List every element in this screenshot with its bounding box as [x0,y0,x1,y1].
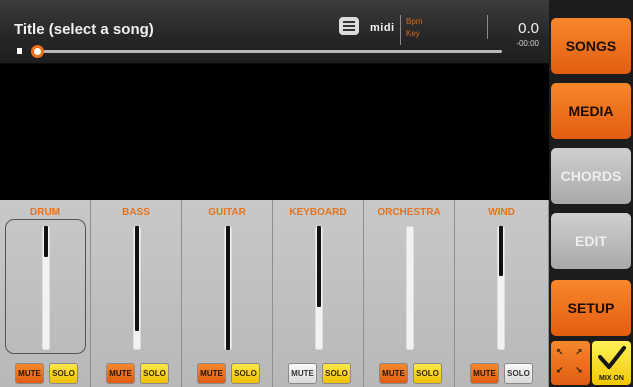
lyrics-display [0,64,549,200]
mute-button[interactable]: MUTE [197,363,226,384]
channel-name: BASS [122,207,150,218]
mixer-panel: DRUM MUTE SOLO BASS MUTE SOLO GUITAR MUT… [0,200,549,387]
channel-bass: BASS MUTE SOLO [91,200,182,387]
mute-button[interactable]: MUTE [470,363,499,384]
mute-button[interactable]: MUTE [106,363,135,384]
expand-button[interactable]: ↖ ↗ ↙ ↘ [551,341,590,385]
solo-button[interactable]: SOLO [504,363,533,384]
volume-fader[interactable] [497,226,505,350]
check-icon [598,346,626,369]
seek-bar[interactable] [34,50,502,53]
bpm-label: Bpm [406,17,423,26]
channel-name: WIND [488,207,515,218]
solo-button[interactable]: SOLO [49,363,78,384]
separator [400,15,401,45]
channel-name: DRUM [30,207,60,218]
time-position: 0.0 [518,20,539,37]
fader-level [226,226,230,350]
solo-button[interactable]: SOLO [140,363,169,384]
songs-button[interactable]: SONGS [551,18,631,74]
side-menu: SONGS MEDIA CHORDS EDIT SETUP ↖ ↗ ↙ ↘ MI… [549,0,633,387]
mute-button[interactable]: MUTE [15,363,44,384]
chords-button[interactable]: CHORDS [551,148,631,204]
seek-start-marker [17,48,22,54]
mix-on-button[interactable]: MIX ON [592,341,631,385]
channel-name: ORCHESTRA [377,207,441,218]
fader-level [499,226,503,276]
time-remaining: -00:00 [516,39,539,48]
volume-fader[interactable] [406,226,414,350]
channel-drum: DRUM MUTE SOLO [0,200,91,387]
media-button[interactable]: MEDIA [551,83,631,139]
volume-fader[interactable] [42,226,50,350]
song-title[interactable]: Title (select a song) [14,21,154,38]
seek-thumb[interactable] [31,45,44,58]
mute-button[interactable]: MUTE [288,363,317,384]
volume-fader[interactable] [224,226,232,350]
solo-button[interactable]: SOLO [413,363,442,384]
channel-guitar: GUITAR MUTE SOLO [182,200,273,387]
mix-on-label: MIX ON [599,375,624,382]
channel-orchestra: ORCHESTRA MUTE SOLO [364,200,455,387]
midi-label[interactable]: midi [370,22,395,34]
playlist-icon[interactable] [339,17,359,35]
mute-button[interactable]: MUTE [379,363,408,384]
fader-level [135,226,139,331]
volume-fader[interactable] [133,226,141,350]
solo-button[interactable]: SOLO [231,363,260,384]
transport-bar: Title (select a song) midi Bpm Key 0.0 -… [0,0,549,64]
channel-name: GUITAR [208,207,246,218]
key-label: Key [406,29,420,38]
volume-fader[interactable] [315,226,323,350]
setup-button[interactable]: SETUP [551,280,631,336]
fader-level [317,226,321,307]
fader-level [44,226,48,257]
edit-button[interactable]: EDIT [551,213,631,269]
solo-button[interactable]: SOLO [322,363,351,384]
channel-keyboard: KEYBOARD MUTE SOLO [273,200,364,387]
channel-name: KEYBOARD [289,207,347,218]
channel-wind: WIND MUTE SOLO [455,200,549,387]
